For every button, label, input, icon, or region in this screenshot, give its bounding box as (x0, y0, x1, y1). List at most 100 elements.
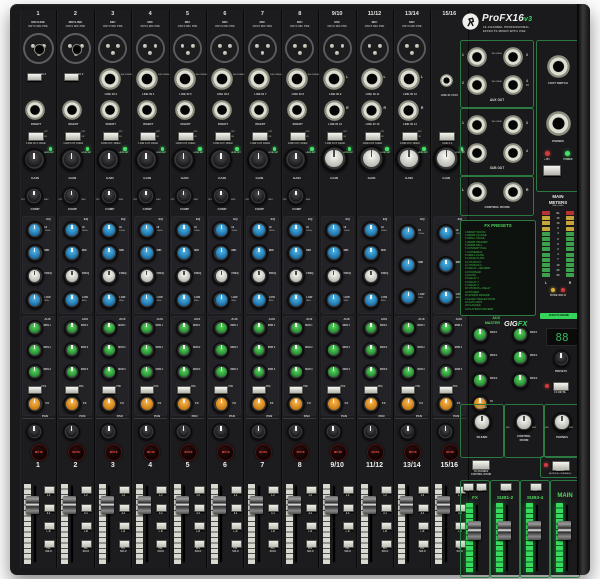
control-room-knob[interactable] (514, 412, 534, 432)
aux-mon1-knob[interactable] (400, 320, 416, 336)
aux-fx-knob[interactable] (399, 395, 417, 413)
low-cut-switch[interactable] (65, 132, 81, 141)
comp-knob[interactable] (175, 187, 193, 205)
presets-knob[interactable] (553, 350, 570, 367)
aux-mon3-knob[interactable] (400, 364, 416, 380)
mute-button[interactable]: MUTE (143, 444, 160, 461)
eq-freq-knob[interactable] (63, 267, 81, 285)
aux-mon1-knob[interactable] (64, 320, 80, 336)
aux-mon2-knob[interactable] (213, 342, 229, 358)
fx-mute-switch[interactable] (553, 382, 569, 391)
eq-mid-knob[interactable] (100, 244, 118, 262)
low-cut-switch[interactable] (402, 132, 418, 141)
aux-mon3-knob[interactable] (363, 364, 379, 380)
comp-knob[interactable] (212, 187, 230, 205)
comp-knob[interactable] (25, 187, 43, 205)
hi-z-switch[interactable] (64, 73, 79, 81)
channel-fader-cap[interactable] (213, 496, 226, 514)
eq-hi-knob[interactable] (325, 221, 343, 239)
eq-mid-knob[interactable] (138, 244, 156, 262)
eq-hi-knob[interactable] (362, 221, 380, 239)
comp-knob[interactable] (137, 187, 155, 205)
aux-fx-knob[interactable] (100, 395, 118, 413)
eq-hi-knob[interactable] (63, 221, 81, 239)
eq-mid-knob[interactable] (26, 244, 44, 262)
aux-mon3-knob[interactable] (326, 364, 342, 380)
gigfx-mon-knob-2[interactable] (512, 349, 529, 366)
aux-mon3-knob[interactable] (251, 364, 267, 380)
low-cut-switch[interactable] (290, 132, 306, 141)
eq-hi-knob[interactable] (175, 221, 193, 239)
gain-knob[interactable] (172, 148, 195, 171)
eq-mid-knob[interactable] (175, 244, 193, 262)
master-fader-cap[interactable] (558, 521, 571, 540)
pan-knob[interactable] (212, 423, 229, 440)
aux-mon2-knob[interactable] (326, 342, 342, 358)
comp-knob[interactable] (100, 187, 118, 205)
channel-fader-cap[interactable] (250, 496, 263, 514)
aux-mon2-knob[interactable] (363, 342, 379, 358)
aux-mon2-knob[interactable] (101, 342, 117, 358)
aux-mon2-knob[interactable] (400, 342, 416, 358)
eq-low-knob[interactable] (325, 291, 343, 309)
eq-hi-knob[interactable] (437, 224, 455, 242)
aux-mon2-knob[interactable] (176, 342, 192, 358)
eq-mid-knob[interactable] (287, 244, 305, 262)
aux-fx-knob[interactable] (138, 395, 156, 413)
pre-switch[interactable] (252, 386, 266, 394)
pre-switch[interactable] (401, 386, 415, 394)
eq-freq-knob[interactable] (138, 267, 156, 285)
aux-fx-knob[interactable] (63, 395, 81, 413)
gigfx-mon-knob-3[interactable] (512, 372, 529, 389)
mute-button[interactable]: MUTE (292, 444, 309, 461)
aux-fx-knob[interactable] (325, 395, 343, 413)
channel-fader-cap[interactable] (63, 496, 76, 514)
gain-knob[interactable] (395, 145, 422, 172)
aux-mon1-knob[interactable] (363, 320, 379, 336)
eq-hi-knob[interactable] (287, 221, 305, 239)
phones-knob[interactable] (552, 412, 572, 432)
eq-low-knob[interactable] (138, 291, 156, 309)
aux-mon2-knob[interactable] (251, 342, 267, 358)
eq-mid-knob[interactable] (399, 256, 417, 274)
comp-knob[interactable] (249, 187, 267, 205)
aux-mon1-knob[interactable] (251, 320, 267, 336)
pan-knob[interactable] (138, 423, 155, 440)
mute-button[interactable]: MUTE (105, 444, 122, 461)
low-cut-switch[interactable] (103, 132, 119, 141)
pre-switch[interactable] (214, 386, 228, 394)
mute-button[interactable]: MUTE (31, 444, 48, 461)
to-phones-switch[interactable] (472, 460, 490, 470)
eq-low-knob[interactable] (26, 291, 44, 309)
aux-fx-knob[interactable] (26, 395, 44, 413)
eq-freq-knob[interactable] (26, 267, 44, 285)
eq-freq-knob[interactable] (325, 267, 343, 285)
gain-knob[interactable] (433, 145, 460, 172)
aux-mon3-knob[interactable] (139, 364, 155, 380)
aux-mon2-knob[interactable] (139, 342, 155, 358)
low-cut-switch[interactable] (327, 132, 343, 141)
pre-switch[interactable] (364, 386, 378, 394)
eq-mid-knob[interactable] (437, 256, 455, 274)
comp-knob[interactable] (287, 187, 305, 205)
eq-low-knob[interactable] (63, 291, 81, 309)
gain-knob[interactable] (97, 148, 120, 171)
aux-mon3-knob[interactable] (213, 364, 229, 380)
low-cut-switch[interactable] (140, 132, 156, 141)
blend-knob[interactable] (472, 412, 492, 432)
channel-fader-cap[interactable] (26, 496, 39, 514)
aux-master-knob-2[interactable] (472, 349, 489, 366)
eq-hi-knob[interactable] (250, 221, 268, 239)
channel-fader-cap[interactable] (325, 496, 338, 514)
aux-mon1-knob[interactable] (288, 320, 304, 336)
eq-low-knob[interactable] (437, 288, 455, 306)
eq-mid-knob[interactable] (212, 244, 230, 262)
mute-button[interactable]: MUTE (255, 444, 272, 461)
mute-button[interactable]: MUTE (68, 444, 85, 461)
pre-switch[interactable] (327, 386, 341, 394)
aux-mon3-knob[interactable] (101, 364, 117, 380)
aux-mon1-knob[interactable] (213, 320, 229, 336)
gigfx-mon-knob-1[interactable] (512, 326, 529, 343)
pan-knob[interactable] (26, 423, 43, 440)
aux-fx-knob[interactable] (362, 395, 380, 413)
